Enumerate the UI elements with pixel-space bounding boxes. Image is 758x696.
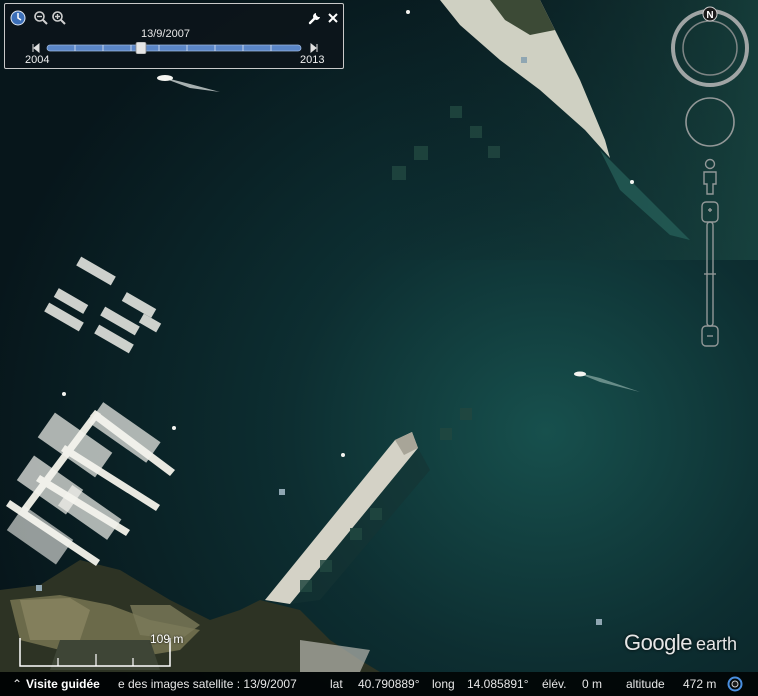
clock-icon[interactable] [10,10,26,26]
imagery-date: e des images satellite : 13/9/2007 [118,677,297,691]
time-slider-thumb[interactable] [135,42,147,54]
long-key: long [432,677,455,691]
elevation-value: 0 m [582,677,603,691]
logo-google-text: Google [624,630,692,655]
compass-ring-icon[interactable] [671,9,749,87]
streaming-status-icon [727,676,743,692]
map-viewport[interactable]: 13/9/2007 2004 2013 N 109 m Google earth… [0,0,758,696]
zoom-out-icon[interactable] [33,10,49,26]
next-icon[interactable] [310,42,318,54]
scale-label: 109 m [150,632,184,646]
satellite-map[interactable] [0,0,758,696]
altitude-value: 472 m [683,677,717,691]
chevron-up-icon[interactable]: ⌃ [12,677,22,691]
time-slider-track[interactable] [29,42,321,54]
zoom-slider-icon[interactable] [701,201,719,347]
north-label: N [706,10,713,21]
long-value: 14.085891° [467,677,529,691]
logo-earth-text: earth [695,634,737,654]
zoom-in-icon[interactable] [51,10,67,26]
current-date-label: 13/9/2007 [141,28,190,40]
previous-icon[interactable] [32,42,40,54]
lat-key: lat [330,677,343,691]
slider-end-year: 2013 [300,54,325,66]
lat-value: 40.790889° [358,677,420,691]
pegman-icon[interactable] [703,158,717,195]
elevation-key: élév. [542,677,567,691]
navigation-controls: N [671,6,749,347]
tour-guide-button[interactable]: Visite guidée [26,677,100,691]
look-joystick-icon[interactable] [685,97,735,147]
wrench-icon[interactable] [307,10,323,26]
time-slider-panel: 13/9/2007 2004 2013 [4,3,344,69]
altitude-key: altitude [626,677,665,691]
close-icon[interactable] [325,10,341,26]
google-earth-logo: Google earth [624,630,737,656]
slider-start-year: 2004 [25,54,50,66]
status-bar: ⌃ Visite guidée e des images satellite :… [0,672,758,696]
